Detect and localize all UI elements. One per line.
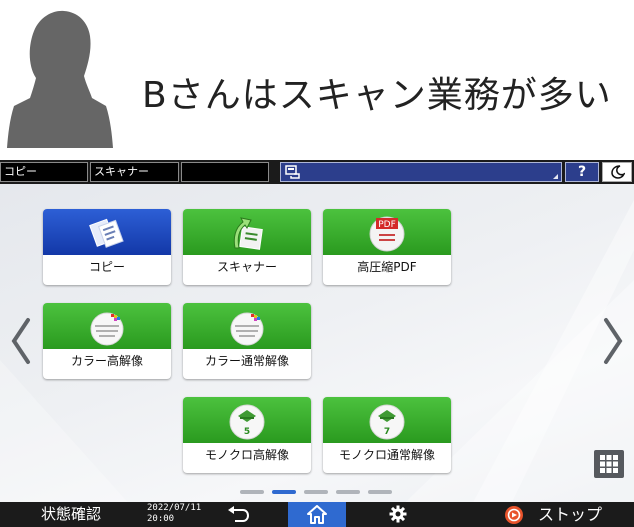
device-panel: コピー スキャナー ? コピー スキャナー PDF 高圧縮PDF カラー高解像 … [0,160,634,527]
gear-icon [389,505,407,523]
stop-label: ストップ [538,505,603,524]
app-mono-high-res-button[interactable]: 5 モノクロ高解像 [183,397,311,473]
page-dot[interactable] [240,490,264,494]
status-check-button[interactable]: 状態確認 [0,502,142,527]
bottom-bar: 状態確認 2022/07/11 20:00 ストップ [0,502,634,527]
copy-icon [89,218,124,248]
color-disc-icon [230,312,264,346]
app-label: カラー通常解像 [204,354,289,368]
night-mode-button[interactable] [602,162,632,182]
app-header [183,303,311,349]
app-header [43,303,171,349]
persona-header: Bさんはスキャン業務が多い [0,0,634,160]
stop-button[interactable]: ストップ [494,502,634,527]
app-label: 高圧縮PDF [357,260,417,274]
home-icon [307,505,327,524]
status-message-box[interactable] [280,162,562,182]
page-dot[interactable] [272,490,296,494]
app-header: PDF [323,209,451,255]
app-high-compression-pdf-button[interactable]: PDF 高圧縮PDF [323,209,451,285]
home-button[interactable] [288,502,346,527]
app-color-high-res-button[interactable]: カラー高解像 [43,303,171,379]
tab-copy[interactable]: コピー [0,162,88,182]
tab-scanner[interactable]: スキャナー [90,162,179,182]
page-dot[interactable] [336,490,360,494]
settings-button[interactable] [378,502,418,527]
tab-empty[interactable] [181,162,269,182]
next-page-arrow-icon[interactable] [600,316,626,366]
app-scanner-button[interactable]: スキャナー [183,209,311,285]
stop-icon [505,506,523,524]
top-bar: コピー スキャナー ? [0,160,634,184]
person-silhouette-icon [7,10,113,148]
app-label: モノクロ通常解像 [338,448,435,462]
page-dot[interactable] [304,490,328,494]
app-header: 7 [323,397,451,443]
app-header: 5 [183,397,311,443]
app-mono-normal-res-button[interactable]: 7 モノクロ通常解像 [323,397,451,473]
moon-icon [611,165,625,179]
help-button[interactable]: ? [565,162,599,182]
previous-page-arrow-icon[interactable] [8,316,34,366]
clock: 2022/07/11 20:00 [147,503,201,525]
scanner-icon [233,217,263,250]
pdf-icon: PDF [369,216,405,252]
app-list-button[interactable] [594,450,624,478]
app-header [183,209,311,255]
back-arrow-icon [228,506,249,522]
time-text: 20:00 [147,514,175,524]
resolution-number: 5 [244,427,250,437]
back-button[interactable] [218,502,258,527]
app-label: スキャナー [216,260,277,274]
expand-corner-icon [553,174,558,179]
mono-disc-icon: 5 [229,404,265,440]
pdf-icon-text: PDF [378,220,396,230]
app-label: カラー高解像 [70,354,143,368]
page-dot[interactable] [368,490,392,494]
color-disc-icon [90,312,124,346]
app-label: モノクロ高解像 [204,448,289,462]
device-status-icon [285,165,300,179]
caption-text: Bさんはスキャン業務が多い [142,75,612,116]
app-color-normal-res-button[interactable]: カラー通常解像 [183,303,311,379]
app-copy-button[interactable]: コピー [43,209,171,285]
app-label: コピー [88,260,125,274]
app-header [43,209,171,255]
grid-icon [600,455,618,473]
mono-disc-icon: 7 [369,404,405,440]
date-text: 2022/07/11 [147,503,202,513]
resolution-number: 7 [384,427,390,437]
